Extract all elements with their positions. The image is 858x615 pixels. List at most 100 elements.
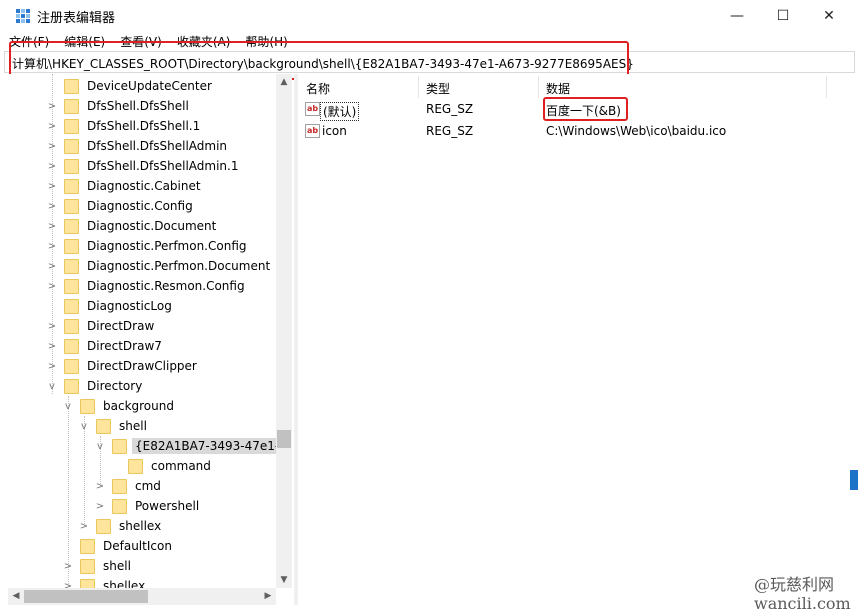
tree-horizontal-scrollbar[interactable]: ◀ ▶ [8,588,276,605]
list-header: 名称 类型 数据 [298,76,856,98]
tree-item-label: DirectDraw [87,319,155,333]
tree-item[interactable]: > DfsShell.DfsShellAdmin [46,136,230,156]
tree-item-label: DiagnosticLog [87,299,172,313]
tree-item-label: command [151,459,211,473]
address-path[interactable]: 计算机\HKEY_CLASSES_ROOT\Directory\backgrou… [12,55,634,72]
tree-expander[interactable] [110,460,122,472]
folder-icon [64,198,79,214]
tree-item[interactable]: > Diagnostic.Resmon.Config [46,276,248,296]
value-type: REG_SZ [426,124,474,138]
tree-item-shellex[interactable]: > shellex [78,516,164,536]
tree-item-label: {E82A1BA7-3493-47e1-A6 [132,438,292,454]
folder-icon [64,258,79,274]
string-value-icon: ab [305,102,320,116]
tree-item-defaulticon[interactable]: DefaultIcon [62,536,175,556]
column-header-type[interactable]: 类型 [426,80,450,97]
tree-expander[interactable]: > [46,280,58,292]
chevron-down-icon[interactable]: v [62,400,74,412]
column-separator[interactable] [826,76,827,98]
tree-expander[interactable]: > [46,320,58,332]
column-separator[interactable] [418,76,419,98]
tree-expander[interactable]: > [46,180,58,192]
tree-expander[interactable]: > [46,240,58,252]
tree-item-cmd[interactable]: > cmd [94,476,164,496]
maximize-button[interactable]: ☐ [760,0,806,31]
tree-pane[interactable]: DeviceUpdateCenter > DfsShell.DfsShell >… [8,74,292,604]
tree-item-label: shell [103,559,131,573]
column-header-data[interactable]: 数据 [546,80,570,97]
tree-item-label: shellex [119,519,162,533]
tree-item[interactable]: > Diagnostic.Cabinet [46,176,204,196]
tree-expander[interactable]: > [46,340,58,352]
tree-item-label: DfsShell.DfsShellAdmin [87,139,228,153]
tree-item[interactable]: > Diagnostic.Perfmon.Config [46,236,250,256]
chevron-right-icon[interactable]: > [94,480,106,492]
tree-expander[interactable]: > [46,260,58,272]
scroll-right-icon[interactable]: ▶ [260,588,276,604]
tree-item-label: Diagnostic.Config [87,199,193,213]
column-header-name[interactable]: 名称 [306,80,330,97]
tree-item[interactable]: > DirectDrawClipper [46,356,200,376]
folder-icon [96,418,111,434]
chevron-down-icon[interactable]: v [46,380,58,392]
tree-item[interactable]: > Diagnostic.Perfmon.Document [46,256,273,276]
tree-expander[interactable]: > [46,140,58,152]
tree-expander[interactable]: > [46,360,58,372]
tree-item[interactable]: > DfsShell.DfsShell [46,96,192,116]
tree-item-background[interactable]: v background [62,396,177,416]
tree-expander[interactable] [46,300,58,312]
tree-expander[interactable]: > [46,200,58,212]
scroll-up-icon[interactable]: ▲ [276,74,292,90]
menu-favorites[interactable]: 收藏夹(A) [177,33,231,50]
tree-item-selected-key[interactable]: v {E82A1BA7-3493-47e1-A6 [94,436,292,456]
chevron-right-icon[interactable]: > [78,520,90,532]
tree-expander[interactable]: > [46,220,58,232]
chevron-right-icon[interactable]: > [62,560,74,572]
scrollbar-thumb[interactable] [277,430,291,448]
tree-item-directory[interactable]: v Directory [46,376,145,396]
tree-expander[interactable] [46,80,58,92]
scrollbar-thumb[interactable] [24,590,148,603]
string-value-icon: ab [305,124,320,138]
tree-item-shell[interactable]: > shell [62,556,134,576]
tree-item[interactable]: DeviceUpdateCenter [46,76,215,96]
chevron-down-icon[interactable]: v [94,440,106,452]
tree-expander[interactable] [62,540,74,552]
folder-icon [112,478,127,494]
tree-item[interactable]: > DfsShell.DfsShell.1 [46,116,203,136]
scroll-down-icon[interactable]: ▼ [276,572,292,588]
tree-item-powershell[interactable]: > Powershell [94,496,202,516]
address-bar[interactable]: 计算机\HKEY_CLASSES_ROOT\Directory\backgrou… [4,51,855,73]
list-row[interactable]: ab icon REG_SZ C:\Windows\Web\ico\baidu.… [298,121,856,143]
tree-item[interactable]: > DfsShell.DfsShellAdmin.1 [46,156,242,176]
menu-edit[interactable]: 编辑(E) [64,33,105,50]
chevron-down-icon[interactable]: v [78,420,90,432]
tree-expander[interactable]: > [46,100,58,112]
tree-item[interactable]: DiagnosticLog [46,296,175,316]
column-separator[interactable] [538,76,539,98]
folder-icon [64,138,79,154]
chevron-right-icon[interactable]: > [94,500,106,512]
window-title: 注册表编辑器 [37,11,116,26]
close-button[interactable]: ✕ [806,0,852,31]
title-bar: 注册表编辑器 — ☐ ✕ [0,0,858,31]
scroll-left-icon[interactable]: ◀ [8,588,24,604]
folder-icon [64,318,79,334]
menu-file[interactable]: 文件(F) [9,33,49,50]
folder-icon [64,278,79,294]
tree-item-command[interactable]: command [110,456,214,476]
tree-expander[interactable]: > [46,120,58,132]
tree-item[interactable]: > DirectDraw7 [46,336,165,356]
tree-item-label: Powershell [135,499,200,513]
menu-view[interactable]: 查看(V) [120,33,162,50]
tree-item[interactable]: > Diagnostic.Config [46,196,196,216]
minimize-button[interactable]: — [714,0,760,31]
values-list-pane[interactable]: 名称 类型 数据 ab (默认) REG_SZ 百度一下(&B) ab icon… [298,74,856,605]
tree-vertical-scrollbar[interactable]: ▲ ▼ [276,74,292,588]
tree-expander[interactable]: > [46,160,58,172]
tree-item[interactable]: > Diagnostic.Document [46,216,219,236]
tree-item[interactable]: > DirectDraw [46,316,157,336]
tree-item-shell[interactable]: v shell [78,416,150,436]
menu-help[interactable]: 帮助(H) [245,33,287,50]
list-row[interactable]: ab (默认) REG_SZ 百度一下(&B) [298,99,856,121]
